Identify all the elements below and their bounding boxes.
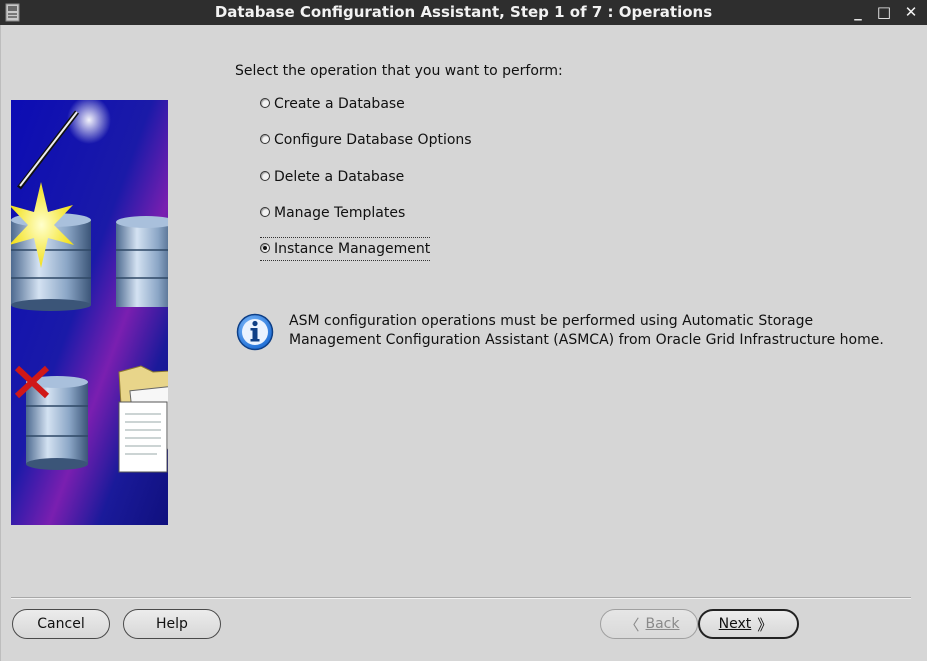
back-arrow-icon: 〈: [624, 615, 640, 634]
radio-button-selected-icon[interactable]: [260, 243, 270, 253]
next-button[interactable]: Next 》: [698, 609, 799, 639]
help-button[interactable]: Help: [123, 609, 221, 639]
radio-configure-database-options[interactable]: Configure Database Options: [260, 129, 472, 151]
cancel-button[interactable]: Cancel: [12, 609, 110, 639]
radio-button-icon[interactable]: [260, 207, 270, 217]
window-title: Database Configuration Assistant, Step 1…: [214, 3, 713, 21]
radio-button-icon[interactable]: [260, 171, 270, 181]
wizard-illustration: [11, 100, 168, 525]
back-button-label: Back: [645, 616, 680, 632]
footer-separator: [11, 597, 911, 599]
radio-button-icon[interactable]: [260, 98, 270, 108]
minimize-button[interactable]: _: [849, 2, 867, 22]
info-icon: [236, 313, 274, 351]
next-button-label: Next: [718, 616, 752, 632]
operation-prompt: Select the operation that you want to pe…: [235, 63, 563, 79]
back-button[interactable]: 〈 Back: [600, 609, 698, 639]
asm-info-message: ASM configuration operations must be per…: [289, 312, 909, 350]
next-arrow-icon: 》: [757, 615, 773, 634]
help-button-label: Help: [156, 616, 188, 632]
radio-button-icon[interactable]: [260, 134, 270, 144]
maximize-button[interactable]: □: [875, 2, 893, 22]
cancel-button-label: Cancel: [37, 616, 85, 632]
radio-label: Instance Management: [274, 241, 431, 257]
radio-delete-database[interactable]: Delete a Database: [260, 166, 404, 188]
radio-instance-management[interactable]: Instance Management: [260, 237, 431, 261]
radio-label: Delete a Database: [274, 169, 405, 185]
close-button[interactable]: ✕: [902, 2, 920, 22]
radio-label: Configure Database Options: [274, 132, 472, 148]
info-line-1: ASM configuration operations must be per…: [289, 313, 814, 329]
info-line-2: Management Configuration Assistant (ASMC…: [289, 332, 884, 348]
title-bar: Database Configuration Assistant, Step 1…: [0, 0, 927, 25]
radio-create-database[interactable]: Create a Database: [260, 93, 405, 115]
radio-label: Manage Templates: [274, 205, 406, 221]
dbca-window: Database Configuration Assistant, Step 1…: [0, 0, 927, 661]
radio-manage-templates[interactable]: Manage Templates: [260, 202, 405, 224]
radio-label: Create a Database: [274, 96, 405, 112]
